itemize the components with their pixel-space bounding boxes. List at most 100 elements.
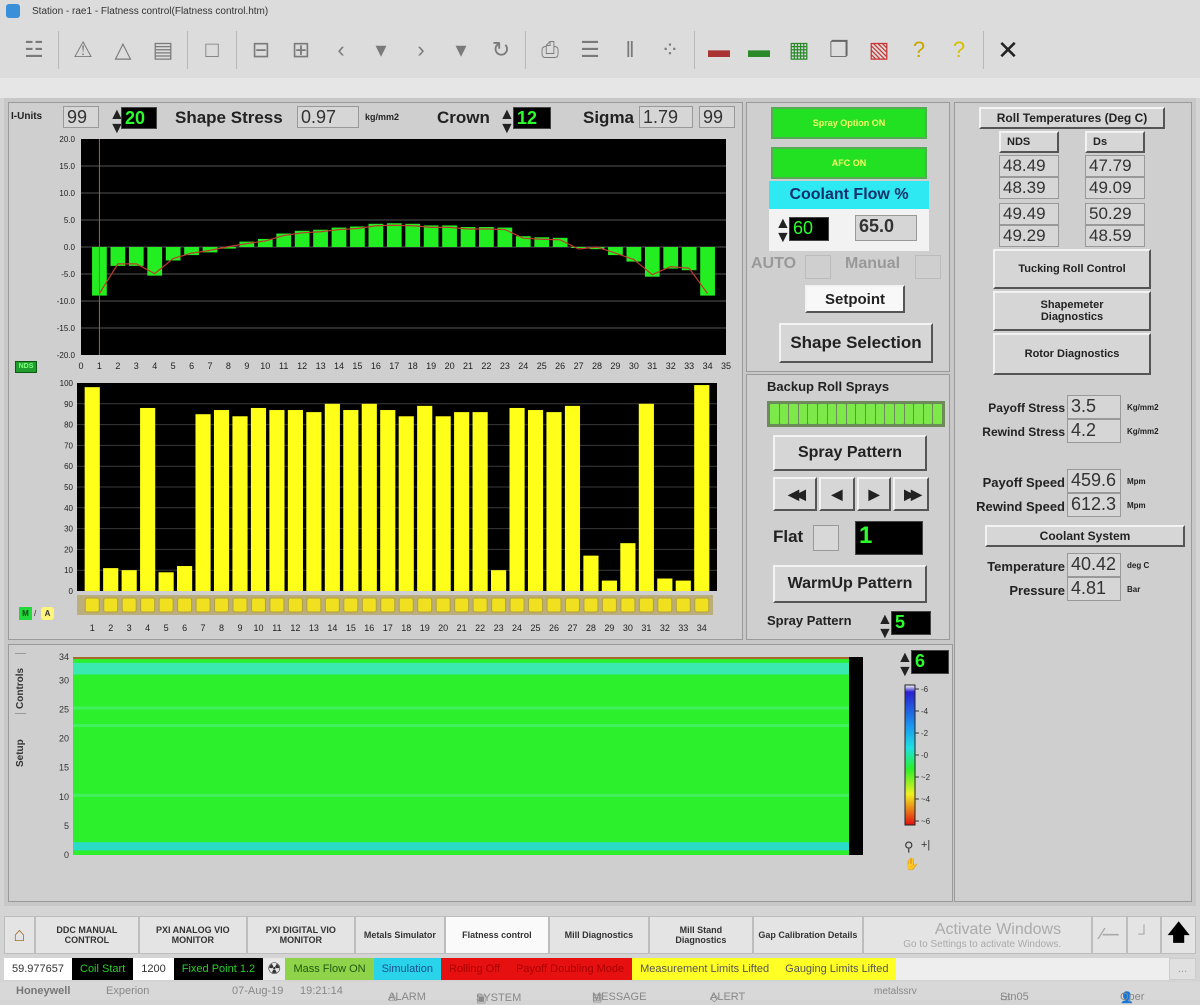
zone-toggle-button[interactable] [361,597,377,613]
alarm-acknowledge-button[interactable]: △ [103,30,143,70]
zone-toggle-button[interactable] [509,597,525,613]
page-down-button[interactable]: ⊟ [241,30,281,70]
shapemeter-diagnostics-button[interactable]: Shapemeter Diagnostics [993,291,1151,331]
blank-page-button[interactable]: □ [192,30,232,70]
nav-button-metals-simulator[interactable]: Metals Simulator [354,916,445,954]
afc-button[interactable]: AFC ON [771,147,927,179]
close-button[interactable]: ✕ [988,30,1028,70]
auto-checkbox[interactable] [805,255,831,279]
zone-toggle-button[interactable] [177,597,193,613]
zone-toggle-button[interactable] [564,597,580,613]
forward-dropdown-button[interactable]: ▾ [441,30,481,70]
zone-toggle-button[interactable] [546,597,562,613]
zone-toggle-button[interactable] [638,597,654,613]
zone-toggle-button[interactable] [675,597,691,613]
scale-setpoint-input[interactable]: 6 [911,650,949,674]
zone-toggle-button[interactable] [158,597,174,613]
copy-window-button[interactable]: ❐ [819,30,859,70]
page-up-button[interactable]: ⊞ [281,30,321,70]
zone-toggle-button[interactable] [398,597,414,613]
nav-button-mill-stand-diagnostics[interactable]: Mill Stand Diagnostics [648,916,753,954]
back-dropdown-button[interactable]: ▾ [361,30,401,70]
alarm-summary-button[interactable]: ⚠ [63,30,103,70]
zone-toggle-button[interactable] [232,597,248,613]
zoom-tool-icon[interactable]: ⚲ [904,839,914,855]
pan-tool-icon[interactable]: ✋ [904,857,919,871]
zone-toggle-button[interactable] [84,597,100,613]
trend-x-button[interactable]: ▦ [779,30,819,70]
print-button[interactable]: ⎙ [530,30,570,70]
zone-toggle-button[interactable] [343,597,359,613]
zone-toggle-button[interactable] [601,597,617,613]
nav-button-ddc-manual-control[interactable]: DDC MANUAL CONTROL [34,916,139,954]
spray-pattern-spinner-icon[interactable]: ▲ ▼ [877,612,893,642]
zone-toggle-button[interactable] [324,597,340,613]
zone-toggle-button[interactable] [454,597,470,613]
checklist-button[interactable]: ☰ [570,30,610,70]
spray-option-button[interactable]: Spray Option ON [771,107,927,139]
trend-bars-button[interactable]: ‖ [610,30,650,70]
zone-toggle-button[interactable] [306,597,322,613]
zone-toggle-button[interactable] [269,597,285,613]
crown-input[interactable]: 12 [513,107,551,129]
nav-button-pxi-digital-vio-monitor[interactable]: PXI DIGITAL VIO MONITOR [246,916,355,954]
warmup-pattern-button[interactable]: WarmUp Pattern [773,565,927,603]
manual-checkbox[interactable] [915,255,941,279]
scroll-up-button[interactable]: 🡅 [1161,916,1196,954]
zone-toggle-button[interactable] [435,597,451,613]
coolant-spinner-icon[interactable]: ▲ ▼ [775,216,791,246]
zone-toggle-button[interactable] [214,597,230,613]
zone-toggle-button[interactable] [287,597,303,613]
setpoint-button[interactable]: Setpoint [805,285,905,313]
tab-controls[interactable]: Controls [15,653,26,709]
nav-button-pxi-analog-vio-monitor[interactable]: PXI ANALOG VIO MONITOR [138,916,247,954]
crown-spinner-icon[interactable]: ▲ ▼ [499,107,515,137]
zone-toggle-button[interactable] [491,597,507,613]
display-button[interactable]: ▤ [143,30,183,70]
manual-mode-indicator[interactable]: M [19,607,32,620]
minimize-button[interactable]: ⁄— [1092,916,1127,954]
zone-toggle-button[interactable] [380,597,396,613]
zone-toggle-button[interactable] [250,597,266,613]
zone-toggle-button[interactable] [121,597,137,613]
zone-toggle-button[interactable] [472,597,488,613]
flat-checkbox[interactable] [813,525,839,551]
cursor-tool-icon[interactable]: +| [921,839,930,851]
last-pattern-button[interactable]: ▶▶ [893,477,929,511]
tucking-roll-control-button[interactable]: Tucking Roll Control [993,249,1151,289]
auto-mode-indicator[interactable]: A [41,607,54,620]
zone-toggle-button[interactable] [694,597,710,613]
nav-button-mill-diagnostics[interactable]: Mill Diagnostics [548,916,649,954]
display-green-button[interactable]: ▬ [739,30,779,70]
coolant-setpoint-input[interactable]: 60 [789,217,829,241]
zone-toggle-button[interactable] [417,597,433,613]
iunits-spinner-icon[interactable]: ▲ ▼ [109,107,125,137]
zone-toggle-button[interactable] [620,597,636,613]
tab-setup[interactable]: Setup [15,713,26,767]
back-button[interactable]: ‹ [321,30,361,70]
hierarchy-button[interactable]: ☳ [14,30,54,70]
heatmap-scrollbar[interactable] [849,657,863,855]
previous-pattern-button[interactable]: ◀ [819,477,855,511]
rotor-diagnostics-button[interactable]: Rotor Diagnostics [993,333,1151,375]
status-more-button[interactable]: ... [1168,958,1196,980]
forward-button[interactable]: › [401,30,441,70]
network-button[interactable]: ⁘ [650,30,690,70]
scale-spinner-icon[interactable]: ▲ ▼ [897,650,913,680]
zone-toggle-button[interactable] [528,597,544,613]
next-pattern-button[interactable]: ▶ [857,477,891,511]
refresh-button[interactable]: ↻ [481,30,521,70]
restore-button[interactable]: ┘ [1126,916,1162,954]
spray-pattern-button[interactable]: Spray Pattern [773,435,927,471]
nav-button-flatness-control[interactable]: Flatness control [444,916,549,954]
nav-button-gap-calibration-details[interactable]: Gap Calibration Details [752,916,863,954]
display-red-button[interactable]: ▬ [699,30,739,70]
iunits-setpoint-input[interactable]: 20 [121,107,157,129]
spray-pattern-input[interactable]: 5 [891,611,931,635]
help-page-button[interactable]: ? [939,30,979,70]
first-pattern-button[interactable]: ◀◀ [773,477,817,511]
home-button[interactable]: ⌂ [4,916,35,954]
shape-selection-button[interactable]: Shape Selection [779,323,933,363]
zone-toggle-button[interactable] [103,597,119,613]
help-colored-button[interactable]: ? [899,30,939,70]
